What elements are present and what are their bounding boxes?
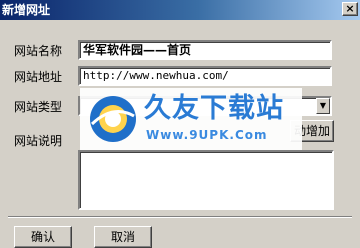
site-name-input[interactable]: 华军软件园——首页 — [78, 40, 332, 60]
site-desc-label: 网站说明 — [14, 134, 63, 148]
close-button[interactable]: × — [342, 2, 358, 16]
watermark-text: 久友下载站 — [144, 93, 284, 124]
watermark-url: Www.9UPK.Com — [146, 128, 268, 142]
footer-divider — [8, 216, 352, 218]
watermark-logo — [90, 96, 136, 142]
site-desc-textarea[interactable] — [78, 150, 334, 210]
site-name-label: 网站名称 — [14, 44, 63, 58]
watermark: 久友下载站 Www.9UPK.Com — [80, 88, 302, 150]
site-type-label: 网站类型 — [14, 100, 63, 114]
confirm-button[interactable]: 确认 — [14, 226, 72, 248]
window-titlebar: 新增网址 × — [0, 0, 360, 20]
cancel-button[interactable]: 取消 — [94, 226, 152, 248]
site-url-label: 网站地址 — [14, 70, 63, 84]
site-url-input[interactable]: http://www.newhua.com/ — [78, 66, 332, 86]
chevron-down-icon[interactable]: ▼ — [316, 98, 330, 114]
window-title: 新增网址 — [2, 3, 51, 17]
